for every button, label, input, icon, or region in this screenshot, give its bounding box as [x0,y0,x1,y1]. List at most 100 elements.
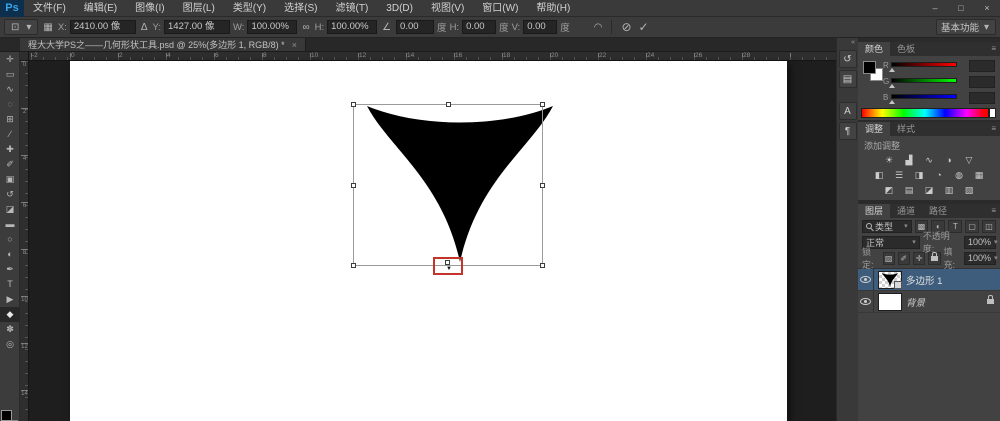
green-slider[interactable] [891,78,957,83]
rotation-field[interactable]: 0.00 [396,20,434,34]
path-selection-tool[interactable]: ▶ [0,292,20,307]
tab-paths[interactable]: 路径 [922,204,954,218]
threshold-icon[interactable]: ◪ [921,183,937,198]
gradient-tool[interactable]: ▬ [0,217,20,232]
transform-handle-top-center[interactable] [446,102,451,107]
invert-icon[interactable]: ◩ [881,183,897,198]
white-swatch[interactable] [989,108,996,118]
layer-name[interactable]: 多边形 1 [906,273,942,287]
type-tool[interactable]: T [0,277,20,292]
red-value-field[interactable] [969,60,995,72]
foreground-color-swatch[interactable] [863,61,876,74]
transform-handle-bottom-right[interactable] [540,263,545,268]
brush-tool[interactable]: ✐ [0,157,20,172]
layer-row-background[interactable]: 背景 [858,291,1000,313]
width-field[interactable]: 100.00% [247,20,297,34]
document-tab[interactable]: 程大大学PS之——几何形状工具.psd @ 25%(多边形 1, RGB/8) … [20,38,306,51]
red-slider[interactable] [891,62,957,67]
visibility-toggle[interactable] [858,291,874,312]
green-value-field[interactable] [969,76,995,88]
y-position-field[interactable]: 1427.00 像 [164,20,230,34]
hskew-field[interactable]: 0.00 [462,20,496,34]
layer-thumbnail[interactable] [878,293,902,311]
close-button[interactable]: × [974,0,1000,17]
color-lookup-icon[interactable]: ▦ [971,168,987,183]
crop-tool[interactable]: ⊞ [0,112,20,127]
layer-thumbnail[interactable] [878,271,902,289]
tab-color[interactable]: 颜色 [858,42,890,56]
foreground-color-swatch[interactable] [1,410,12,421]
fill-field[interactable]: 100% ▾ [964,252,996,265]
menu-filter[interactable]: 滤镜(T) [327,0,378,17]
posterize-icon[interactable]: ▤ [901,183,917,198]
vertical-ruler[interactable]: 0 2 4 6 8 10 12 14 [20,61,29,421]
dodge-tool[interactable]: ◐ [0,247,20,262]
exposure-icon[interactable]: ◑ [941,153,957,168]
reference-point-locator-icon[interactable]: ▦ [41,22,54,33]
filter-smart-objects-icon[interactable]: ◫ [982,220,996,233]
lock-transparent-pixels-icon[interactable]: ▨ [883,252,895,265]
hand-tool[interactable]: ✽ [0,322,20,337]
pen-tool[interactable]: ✒ [0,262,20,277]
transform-handle-top-right[interactable] [540,102,545,107]
history-panel-button[interactable]: ↺ [839,50,857,68]
blur-tool[interactable]: ○ [0,232,20,247]
black-white-icon[interactable]: ◨ [911,168,927,183]
transform-handle-middle-right[interactable] [540,183,545,188]
height-field[interactable]: 100.00% [327,20,377,34]
green-slider-thumb[interactable] [889,84,895,88]
transform-handle-bottom-center[interactable] [445,260,450,265]
minimize-button[interactable]: – [922,0,948,17]
relative-position-toggle[interactable]: Δ [139,22,150,33]
menu-help[interactable]: 帮助(H) [527,0,579,17]
layer-name[interactable]: 背景 [906,295,925,309]
spot-healing-tool[interactable]: ✚ [0,142,20,157]
gradient-map-icon[interactable]: ▥ [941,183,957,198]
cancel-transform-button[interactable]: ⊘ [619,20,633,34]
quick-selection-tool[interactable]: ◌ [0,97,20,112]
transform-handle-top-left[interactable] [351,102,356,107]
move-tool[interactable]: ✛ [0,52,20,67]
red-slider-thumb[interactable] [889,68,895,72]
tab-swatches[interactable]: 色板 [890,42,922,56]
menu-type[interactable]: 类型(Y) [224,0,275,17]
properties-panel-button[interactable]: ▤ [839,70,857,88]
transform-handle-bottom-left[interactable] [351,263,356,268]
vibrance-icon[interactable]: ▽ [961,153,977,168]
photo-filter-icon[interactable]: ◔ [931,168,947,183]
levels-icon[interactable]: ▟ [901,153,917,168]
panel-menu-icon[interactable]: ≡ [991,42,1000,56]
tab-layers[interactable]: 图层 [858,204,890,218]
menu-file[interactable]: 文件(F) [24,0,75,17]
shape-tool[interactable]: ◆ [0,307,20,322]
menu-select[interactable]: 选择(S) [275,0,326,17]
tab-styles[interactable]: 样式 [890,122,922,136]
opacity-field[interactable]: 100% ▾ [964,236,996,249]
tab-adjustments[interactable]: 调整 [858,122,890,136]
warp-mode-toggle[interactable]: ◠ [592,22,605,33]
menu-image[interactable]: 图像(I) [126,0,173,17]
zoom-tool[interactable]: ◎ [0,337,20,352]
visibility-toggle[interactable] [858,269,874,290]
x-position-field[interactable]: 2410.00 像 [70,20,136,34]
history-brush-tool[interactable]: ↺ [0,187,20,202]
filter-shape-layers-icon[interactable]: ▢ [965,220,979,233]
lasso-tool[interactable]: ∿ [0,82,20,97]
lock-position-icon[interactable]: ✛ [913,252,925,265]
transform-handle-middle-left[interactable] [351,183,356,188]
menu-3d[interactable]: 3D(D) [377,0,422,17]
blue-slider-thumb[interactable] [889,100,895,104]
lock-image-pixels-icon[interactable]: ✐ [898,252,910,265]
expand-panels-icon[interactable]: « [837,38,858,48]
curves-icon[interactable]: ∿ [921,153,937,168]
channel-mixer-icon[interactable]: ◍ [951,168,967,183]
brightness-contrast-icon[interactable]: ☀ [881,153,897,168]
horizontal-ruler[interactable]: -2 0 2 4 6 8 10 12 14 16 18 20 22 24 26 … [29,52,836,61]
color-balance-icon[interactable]: ☰ [891,168,907,183]
selective-color-icon[interactable]: ▧ [961,183,977,198]
clone-stamp-tool[interactable]: ▣ [0,172,20,187]
vskew-field[interactable]: 0.00 [523,20,557,34]
character-panel-button[interactable]: A [839,102,857,120]
layer-filter-dropdown[interactable]: 类型 ▾ [862,220,912,233]
ruler-origin-corner[interactable] [20,52,29,61]
